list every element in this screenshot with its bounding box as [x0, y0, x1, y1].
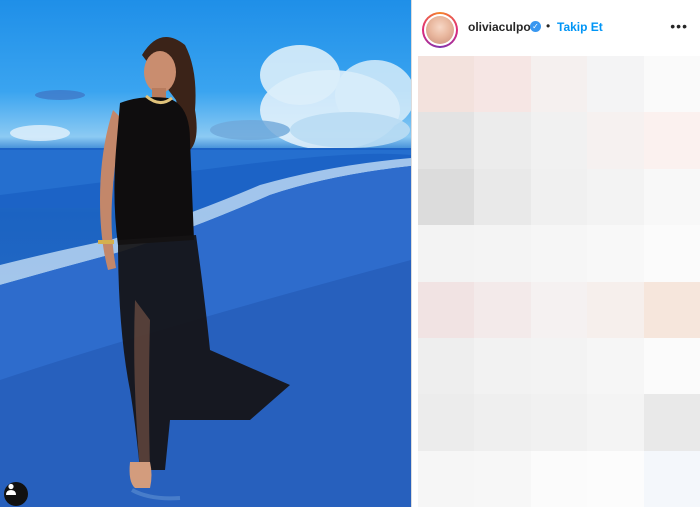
blurred-cell	[474, 337, 531, 395]
blurred-cell	[643, 112, 700, 169]
blurred-cell	[418, 281, 475, 338]
blurred-cell	[643, 225, 700, 282]
blurred-cell	[474, 112, 531, 169]
blurred-cell	[530, 281, 588, 338]
blurred-cell	[418, 56, 475, 113]
avatar-frame	[424, 14, 456, 46]
blurred-cell	[530, 168, 588, 226]
avatar-image	[426, 16, 454, 44]
blurred-cell	[587, 112, 644, 169]
blurred-cell	[587, 168, 644, 226]
blurred-cell	[643, 168, 700, 226]
blurred-cell	[530, 394, 588, 451]
blurred-cell	[587, 225, 644, 282]
beach-scene-image	[0, 37, 411, 507]
blurred-cell	[643, 281, 700, 338]
blurred-cell	[643, 56, 700, 113]
post-header: oliviaculpo ✓ • Takip Et •••	[412, 0, 700, 56]
blurred-comments-area	[418, 56, 700, 507]
blurred-cell	[474, 394, 531, 451]
blurred-cell	[474, 56, 531, 113]
person-icon	[6, 483, 16, 495]
blurred-cell	[587, 394, 644, 451]
verified-check-icon: ✓	[530, 21, 541, 32]
tagged-user-icon[interactable]	[4, 482, 28, 506]
blurred-cell	[418, 168, 475, 226]
blurred-cell	[643, 394, 700, 451]
blurred-cell	[530, 225, 588, 282]
blurred-cell	[587, 281, 644, 338]
blurred-cell	[587, 337, 644, 395]
post-photo[interactable]	[0, 0, 411, 507]
blurred-cell	[418, 394, 475, 451]
follow-button[interactable]: Takip Et	[557, 20, 603, 34]
blurred-cell	[474, 168, 531, 226]
blurred-cell	[643, 450, 700, 507]
header-separator: •	[546, 19, 551, 33]
blurred-cell	[418, 112, 475, 169]
blurred-cell	[474, 281, 531, 338]
more-options-icon[interactable]: •••	[670, 18, 688, 34]
username-link[interactable]: oliviaculpo	[468, 20, 531, 34]
blurred-cell	[418, 450, 475, 507]
blurred-cell	[474, 225, 531, 282]
blurred-cell	[530, 337, 588, 395]
blurred-cell	[418, 225, 475, 282]
blurred-cell	[587, 450, 644, 507]
blurred-cell	[643, 337, 700, 395]
post-side-panel: oliviaculpo ✓ • Takip Et •••	[412, 0, 700, 507]
blurred-cell	[418, 337, 475, 395]
blurred-cell	[530, 56, 588, 113]
blurred-cell	[530, 112, 588, 169]
blurred-cell	[474, 450, 531, 507]
blurred-cell	[587, 56, 644, 113]
profile-avatar[interactable]	[422, 12, 458, 48]
blurred-cell	[530, 450, 588, 507]
